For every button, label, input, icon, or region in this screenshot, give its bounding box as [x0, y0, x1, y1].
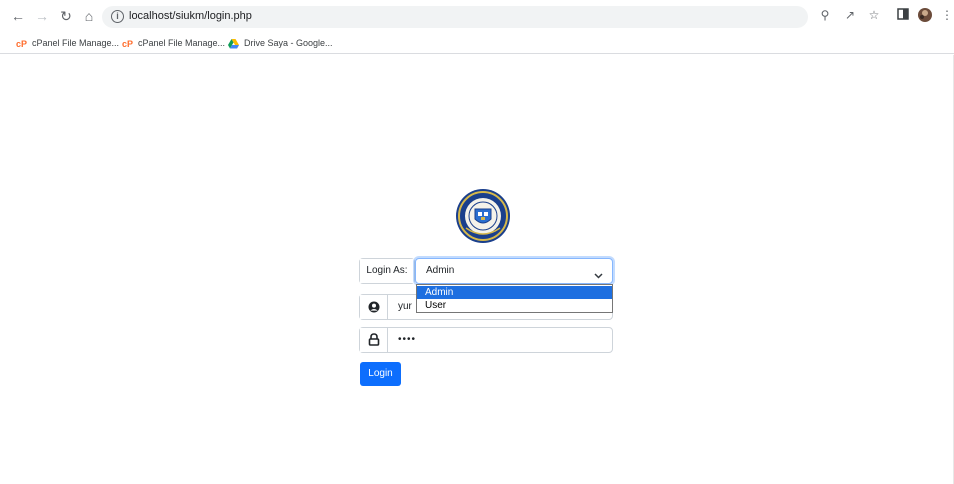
kebab-menu-icon[interactable]: ⋮: [940, 8, 954, 22]
chevron-down-icon: [594, 267, 603, 279]
address-bar[interactable]: i localhost/siukm/login.php: [102, 6, 808, 28]
password-input[interactable]: ••••: [398, 328, 416, 352]
bookmark-item[interactable]: cP cPanel File Manage...: [122, 36, 225, 50]
cpanel-icon: cP: [16, 38, 28, 49]
star-icon[interactable]: ☆: [867, 8, 881, 22]
bookmark-item[interactable]: Drive Saya - Google...: [228, 36, 333, 50]
lock-icon: [360, 328, 388, 352]
url-text: localhost/siukm/login.php: [129, 10, 252, 22]
user-icon: [360, 295, 388, 319]
cpanel-icon: cP: [122, 38, 134, 49]
site-info-icon[interactable]: i: [111, 10, 124, 23]
bookmarks-bar: cP cPanel File Manage... cP cPanel File Ma…: [0, 32, 954, 54]
login-as-group: Login As:: [359, 258, 415, 284]
key-icon[interactable]: ⚲: [818, 8, 832, 22]
side-panel-icon[interactable]: [896, 8, 910, 22]
back-arrow-icon[interactable]: ←: [10, 8, 26, 24]
username-input[interactable]: yur: [398, 295, 412, 319]
login-as-selected-value: Admin: [426, 265, 455, 276]
reload-icon[interactable]: ↻: [58, 8, 74, 24]
login-as-label: Login As:: [360, 259, 414, 283]
password-group: ••••: [359, 327, 613, 353]
institution-logo: [454, 188, 512, 244]
share-icon[interactable]: ↗: [843, 8, 857, 22]
option-admin[interactable]: Admin: [417, 286, 612, 299]
option-user[interactable]: User: [417, 299, 612, 312]
login-as-select[interactable]: Admin: [415, 258, 613, 284]
google-drive-icon: [228, 38, 240, 49]
login-as-dropdown-list: Admin User: [416, 284, 613, 313]
profile-avatar-icon[interactable]: [918, 8, 932, 22]
bookmark-item[interactable]: cP cPanel File Manage...: [16, 36, 119, 50]
home-icon[interactable]: ⌂: [81, 8, 97, 24]
forward-arrow-icon[interactable]: →: [34, 8, 50, 24]
login-button[interactable]: Login: [360, 362, 401, 386]
browser-toolbar: ← → ↻ ⌂ i localhost/siukm/login.php ⚲ ↗ …: [0, 0, 954, 32]
